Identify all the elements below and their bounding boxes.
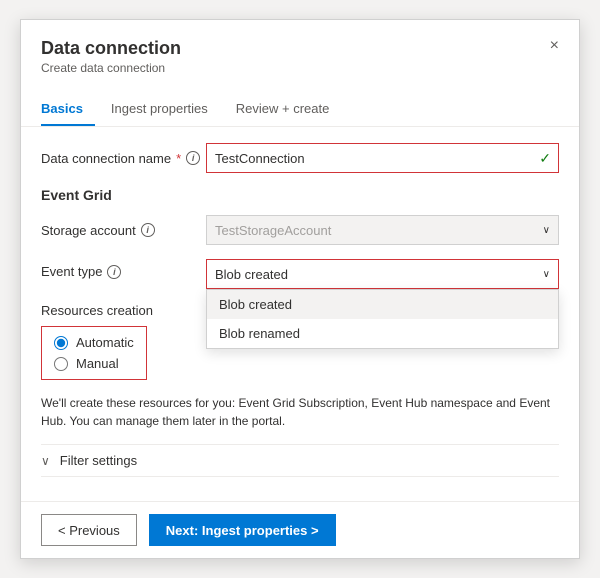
tab-ingest-properties[interactable]: Ingest properties <box>111 93 220 126</box>
tab-review-create[interactable]: Review + create <box>236 93 342 126</box>
event-type-option-blob-created[interactable]: Blob created <box>207 290 558 319</box>
storage-account-dropdown[interactable]: TestStorageAccount ∨ <box>206 215 559 245</box>
storage-account-value: TestStorageAccount <box>215 223 331 238</box>
dialog-title: Data connection <box>41 38 559 59</box>
filter-chevron-icon: ∨ <box>41 454 50 468</box>
tabs-container: Basics Ingest properties Review + create <box>21 93 579 127</box>
radio-automatic-label: Automatic <box>76 335 134 350</box>
storage-account-info-icon[interactable]: i <box>141 223 155 237</box>
radio-manual-input[interactable] <box>54 357 68 371</box>
radio-automatic-input[interactable] <box>54 336 68 350</box>
storage-account-row: Storage account i TestStorageAccount ∨ <box>41 215 559 245</box>
dialog-subtitle: Create data connection <box>41 61 559 75</box>
filter-settings-label: Filter settings <box>60 453 137 468</box>
event-type-dropdown-wrapper: Blob created ∨ Blob created Blob renamed <box>206 259 559 289</box>
dialog-header: Data connection Create data connection × <box>21 20 579 85</box>
previous-button[interactable]: < Previous <box>41 514 137 546</box>
data-connection-dialog: Data connection Create data connection ×… <box>20 19 580 559</box>
storage-account-label: Storage account i <box>41 223 206 238</box>
event-type-menu: Blob created Blob renamed <box>206 289 559 349</box>
radio-automatic[interactable]: Automatic <box>54 335 134 350</box>
event-type-option-blob-renamed[interactable]: Blob renamed <box>207 319 558 348</box>
connection-name-input-wrapper: ✓ <box>206 143 559 173</box>
radio-manual-label: Manual <box>76 356 119 371</box>
storage-account-chevron-icon: ∨ <box>543 225 550 236</box>
event-type-info-icon[interactable]: i <box>107 265 121 279</box>
connection-name-label: Data connection name * i <box>41 151 206 166</box>
connection-name-info-icon[interactable]: i <box>186 151 200 165</box>
connection-name-row: Data connection name * i ✓ <box>41 143 559 173</box>
event-type-dropdown[interactable]: Blob created ∨ <box>206 259 559 289</box>
info-text: We'll create these resources for you: Ev… <box>41 394 559 430</box>
resources-creation-options: Automatic Manual <box>41 326 147 380</box>
dialog-footer: < Previous Next: Ingest properties > <box>21 501 579 558</box>
storage-account-dropdown-wrapper: TestStorageAccount ∨ <box>206 215 559 245</box>
event-type-chevron-icon: ∨ <box>543 269 550 280</box>
dialog-body: Data connection name * i ✓ Event Grid St… <box>21 127 579 501</box>
event-type-label: Event type i <box>41 259 206 279</box>
required-indicator: * <box>176 151 181 166</box>
filter-settings-row[interactable]: ∨ Filter settings <box>41 444 559 477</box>
connection-name-input[interactable] <box>206 143 559 173</box>
close-button[interactable]: × <box>546 34 563 58</box>
event-type-selected-value: Blob created <box>215 267 288 282</box>
event-type-row: Event type i Blob created ∨ Blob created… <box>41 259 559 289</box>
event-grid-title: Event Grid <box>41 187 559 203</box>
next-button[interactable]: Next: Ingest properties > <box>149 514 336 546</box>
tab-basics[interactable]: Basics <box>41 93 95 126</box>
radio-manual[interactable]: Manual <box>54 356 134 371</box>
